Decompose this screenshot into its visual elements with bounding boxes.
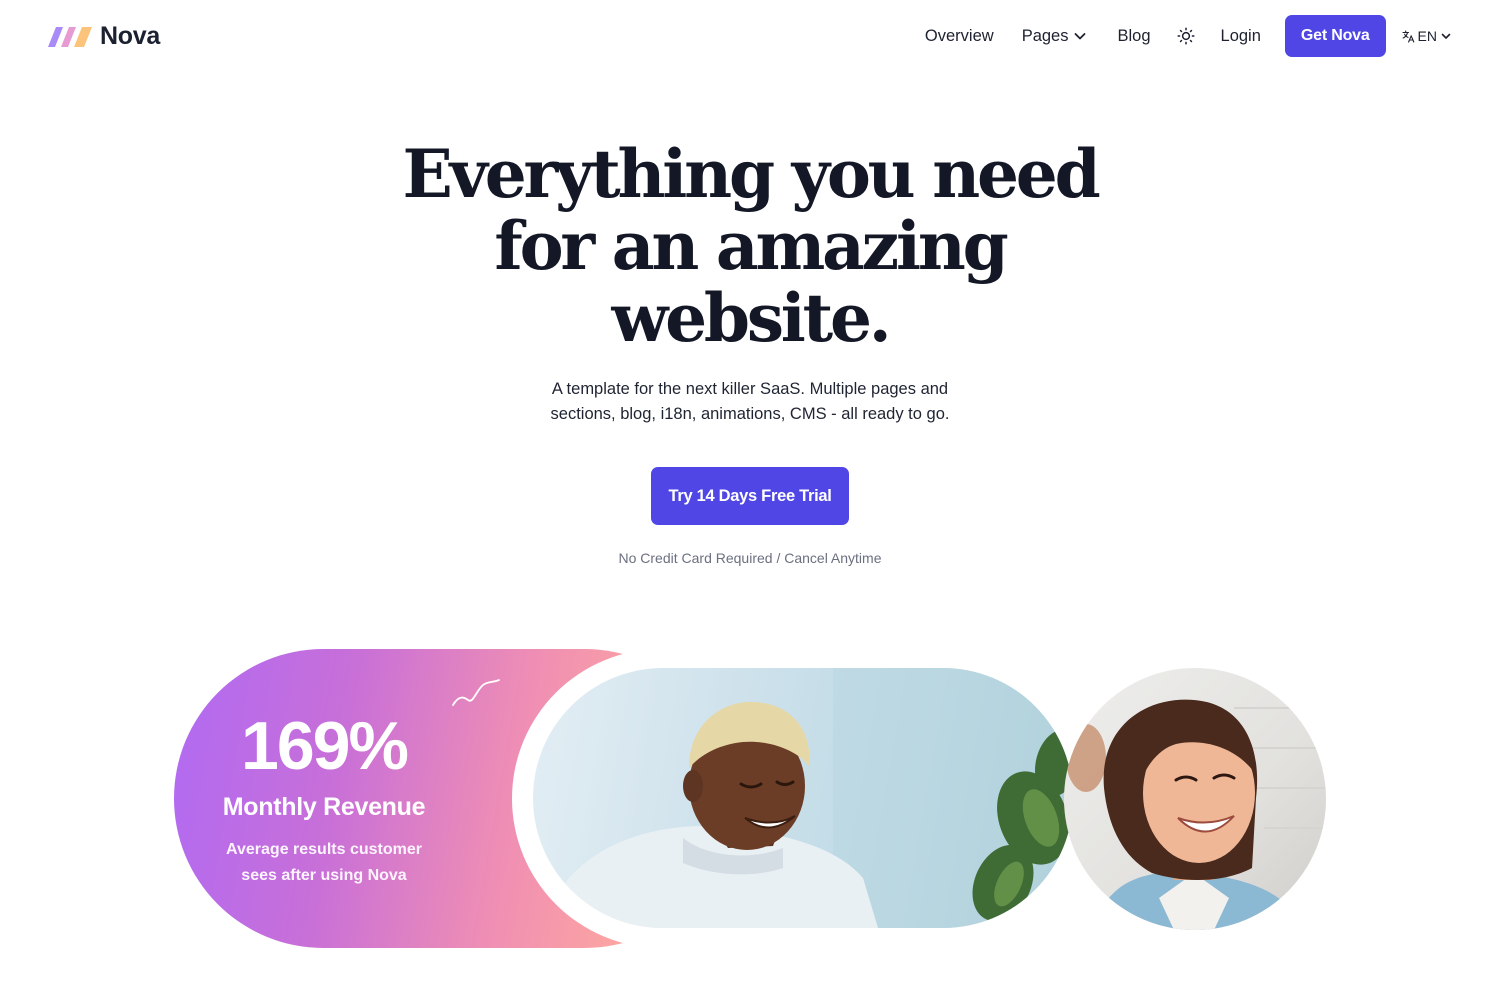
nova-logo-icon <box>48 26 92 47</box>
nav-pages-label: Pages <box>1021 26 1069 45</box>
logo-link[interactable]: Nova <box>46 22 160 51</box>
hero-title-line: for an amazing <box>494 207 1008 285</box>
translate-icon <box>1401 29 1414 43</box>
language-label: EN <box>1417 28 1437 44</box>
stat-description: Average results customer sees after usin… <box>214 837 434 889</box>
nav-blog-link[interactable]: Blog <box>1117 27 1150 46</box>
login-link[interactable]: Login <box>1221 27 1261 46</box>
sun-icon <box>1176 27 1195 45</box>
smiling-man-photo <box>533 668 1073 928</box>
stat-description-line: sees after using Nova <box>241 867 407 884</box>
theme-toggle-button[interactable] <box>1175 25 1197 47</box>
language-selector[interactable]: EN <box>1401 28 1452 44</box>
squiggle-decoration-icon <box>452 679 500 706</box>
get-nova-button[interactable]: Get Nova <box>1284 15 1386 57</box>
stat-label: Monthly Revenue <box>222 793 426 821</box>
smiling-woman-photo <box>1064 668 1326 930</box>
hero-title: Everything you need for an amazing websi… <box>350 138 1150 354</box>
hero-subtitle-line: sections, blog, i18n, animations, CMS - … <box>550 405 950 423</box>
brand-name: Nova <box>100 22 160 50</box>
stat-description-line: Average results customer <box>226 841 422 858</box>
free-trial-button[interactable]: Try 14 Days Free Trial <box>651 467 849 525</box>
main-nav: Overview Pages Blog Login Get Nova EN <box>925 15 1452 57</box>
hero-note: No Credit Card Required / Cancel Anytime <box>618 550 882 566</box>
nav-pages-dropdown[interactable]: Pages <box>1022 27 1088 46</box>
smiling-man-illustration <box>543 668 1073 928</box>
stat-value: 169% <box>241 708 409 784</box>
smiling-woman-illustration <box>1066 699 1326 930</box>
chevron-down-icon <box>1441 33 1451 39</box>
hero-title-line: Everything you need <box>402 135 1100 213</box>
chevron-down-icon <box>1075 33 1086 40</box>
hero-title-line: website. <box>611 279 891 357</box>
nav-overview-link[interactable]: Overview <box>925 27 994 46</box>
site-header: Nova Overview Pages Blog Login Get Nova <box>0 0 1500 72</box>
hero-subtitle: A template for the next killer SaaS. Mul… <box>480 377 1020 427</box>
hero-subtitle-line: A template for the next killer SaaS. Mul… <box>551 380 949 398</box>
